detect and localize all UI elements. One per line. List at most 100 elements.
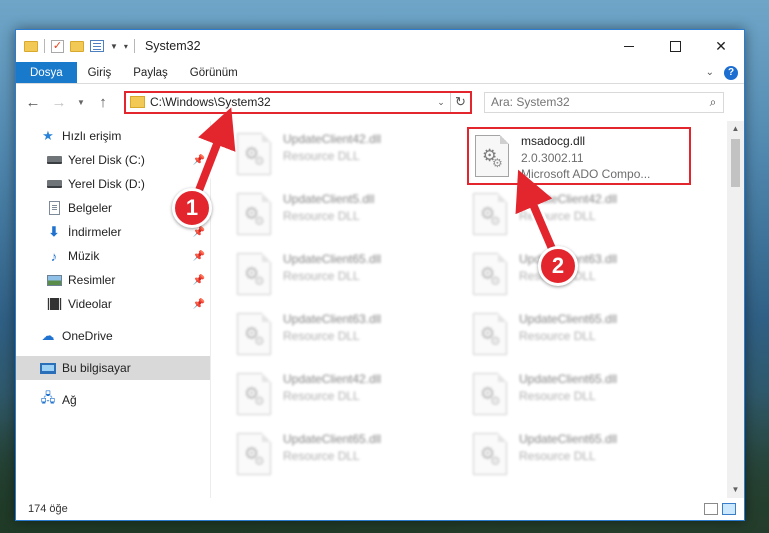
up-button[interactable]: ↑ bbox=[92, 91, 114, 113]
nav-label: Yerel Disk (C:) bbox=[68, 153, 145, 167]
file-item[interactable]: ⚙ ⚙ UpdateClient65.dll Resource DLL bbox=[231, 427, 459, 483]
file-item[interactable]: ⚙ ⚙ UpdateClient65.dll Resource DLL bbox=[467, 307, 695, 363]
pin-icon[interactable]: 📌 bbox=[193, 251, 205, 262]
file-name: UpdateClient42.dll bbox=[519, 192, 618, 206]
file-list: ⚙ ⚙ UpdateClient42.dll Resource DLL ⚙ ⚙ msa… bbox=[211, 121, 744, 498]
pin-icon[interactable]: 📌 bbox=[193, 299, 205, 310]
nav-this-pc[interactable]: Bu bilgisayar bbox=[16, 356, 211, 380]
new-folder-icon[interactable] bbox=[70, 40, 84, 52]
annotation-badge-1: 1 bbox=[172, 188, 212, 228]
file-item[interactable]: ⚙ ⚙ UpdateClient42.dll Resource DLL bbox=[231, 127, 459, 183]
file-grid: ⚙ ⚙ UpdateClient42.dll Resource DLL ⚙ ⚙ msa… bbox=[231, 127, 703, 487]
tab-file[interactable]: Dosya bbox=[16, 62, 77, 83]
nav-quick-access[interactable]: ★ Hızlı erişim bbox=[16, 124, 211, 148]
scroll-down-icon[interactable]: ▼ bbox=[727, 482, 744, 498]
file-item[interactable]: ⚙ ⚙ UpdateClient65.dll Resource DLL bbox=[467, 427, 695, 483]
nav-item-disk-c[interactable]: Yerel Disk (C:) 📌 bbox=[16, 148, 211, 172]
downloads-icon: ⬇ bbox=[48, 224, 60, 239]
window-controls: ✕ bbox=[606, 30, 744, 62]
nav-item-music[interactable]: ♪ Müzik 📌 bbox=[16, 244, 211, 268]
cloud-icon: ☁ bbox=[41, 328, 55, 343]
toolbar-divider bbox=[133, 39, 135, 53]
address-dropdown-icon[interactable]: ⌄ bbox=[432, 97, 450, 108]
main-area: ★ Hızlı erişim Yerel Disk (C:) 📌 Yerel D… bbox=[16, 121, 744, 498]
file-name: UpdateClient65.dll bbox=[283, 252, 382, 266]
file-name: UpdateClient65.dll bbox=[519, 312, 618, 326]
address-path[interactable]: C:\Windows\System32 bbox=[150, 95, 432, 109]
nav-network[interactable]: 🖧 Ağ bbox=[16, 388, 211, 412]
recent-locations-dropdown-icon[interactable]: ▼ bbox=[74, 91, 88, 113]
search-input[interactable] bbox=[491, 95, 703, 109]
nav-item-videos[interactable]: Videolar 📌 bbox=[16, 292, 211, 316]
quick-access-toolbar: ✓ ▼ ▾ bbox=[16, 39, 135, 53]
pictures-icon bbox=[46, 273, 62, 287]
file-description: Microsoft ADO Compo... bbox=[521, 167, 651, 181]
status-bar: 174 öğe bbox=[16, 498, 744, 520]
star-icon: ★ bbox=[42, 128, 54, 143]
close-button[interactable]: ✕ bbox=[698, 30, 744, 62]
file-item[interactable]: ⚙ ⚙ UpdateClient42.dll Resource DLL bbox=[467, 187, 695, 243]
computer-icon bbox=[40, 361, 56, 375]
properties-icon[interactable] bbox=[90, 40, 104, 52]
item-count: 174 öğe bbox=[28, 503, 68, 515]
scroll-up-icon[interactable]: ▲ bbox=[727, 121, 744, 137]
file-item[interactable]: ⚙ ⚙ UpdateClient65.dll Resource DLL bbox=[231, 247, 459, 303]
dll-file-icon: ⚙ ⚙ bbox=[473, 433, 507, 475]
address-bar[interactable]: C:\Windows\System32 ⌄ ↻ bbox=[124, 90, 472, 114]
file-name: UpdateClient42.dll bbox=[283, 372, 382, 386]
file-item[interactable]: ⚙ ⚙ UpdateClient42.dll Resource DLL bbox=[231, 367, 459, 423]
pin-icon[interactable]: 📌 bbox=[193, 155, 205, 166]
nav-label: Videolar bbox=[68, 297, 112, 311]
nav-label: OneDrive bbox=[62, 329, 113, 343]
dll-file-icon: ⚙ ⚙ bbox=[473, 313, 507, 355]
scroll-thumb[interactable] bbox=[731, 139, 740, 187]
nav-label: İndirmeler bbox=[68, 225, 122, 239]
network-icon: 🖧 bbox=[40, 390, 56, 405]
vertical-scrollbar[interactable]: ▲ ▼ bbox=[727, 121, 744, 498]
tab-home[interactable]: Giriş bbox=[77, 62, 123, 83]
tab-share[interactable]: Paylaş bbox=[122, 62, 179, 83]
ribbon-tabs: Dosya Giriş Paylaş Görünüm ⌄ ? bbox=[16, 62, 744, 84]
minimize-button[interactable] bbox=[606, 30, 652, 62]
file-version: 2.0.3002.11 bbox=[521, 151, 584, 165]
nav-label: Hızlı erişim bbox=[62, 129, 122, 143]
file-description: Resource DLL bbox=[519, 329, 596, 343]
file-item[interactable]: ⚙ ⚙ UpdateClient65.dll Resource DLL bbox=[467, 367, 695, 423]
pin-icon[interactable]: 📌 bbox=[193, 275, 205, 286]
search-icon[interactable]: ⌕ bbox=[703, 95, 723, 110]
file-name: msadocg.dll bbox=[521, 134, 586, 148]
forward-button[interactable]: → bbox=[48, 91, 70, 113]
file-name: UpdateClient63.dll bbox=[283, 312, 382, 326]
file-item[interactable]: ⚙⚙ UpdateClient63.dllResource DLL bbox=[467, 247, 695, 303]
properties-check-icon[interactable]: ✓ bbox=[51, 39, 64, 53]
drive-icon bbox=[46, 153, 62, 167]
nav-label: Resimler bbox=[68, 273, 116, 287]
maximize-button[interactable] bbox=[652, 30, 698, 62]
details-view-icon[interactable] bbox=[704, 503, 718, 515]
file-description: Resource DLL bbox=[519, 449, 596, 463]
large-icons-view-icon[interactable] bbox=[722, 503, 736, 515]
file-item[interactable]: ⚙ ⚙ UpdateClient5.dll Resource DLL bbox=[231, 187, 459, 243]
qat-menu-icon[interactable]: ▾ bbox=[124, 42, 128, 51]
folder-icon bbox=[24, 40, 38, 52]
tab-view[interactable]: Görünüm bbox=[179, 62, 249, 83]
pin-icon[interactable]: 📌 bbox=[193, 227, 205, 238]
nav-onedrive[interactable]: ☁ OneDrive bbox=[16, 324, 211, 348]
back-button[interactable]: ← bbox=[22, 91, 44, 113]
nav-item-pictures[interactable]: Resimler 📌 bbox=[16, 268, 211, 292]
expand-ribbon-chevron-icon[interactable]: ⌄ bbox=[706, 67, 714, 78]
refresh-icon[interactable]: ↻ bbox=[450, 92, 470, 112]
file-name: UpdateClient42.dll bbox=[283, 132, 382, 146]
file-item-msadocg[interactable]: ⚙ ⚙ msadocg.dll 2.0.3002.11 Microsoft ADO… bbox=[467, 127, 691, 185]
dll-file-icon: ⚙ ⚙ bbox=[473, 373, 507, 415]
customize-toolbar-dropdown-icon[interactable]: ▼ bbox=[110, 42, 118, 51]
annotation-badge-2: 2 bbox=[538, 246, 578, 286]
help-icon[interactable]: ? bbox=[724, 65, 738, 80]
view-switcher bbox=[704, 503, 744, 515]
file-item[interactable]: ⚙⚙ UpdateClient63.dllResource DLL bbox=[231, 307, 459, 363]
file-description: Resource DLL bbox=[519, 209, 596, 223]
search-box[interactable]: ⌕ bbox=[484, 91, 724, 113]
title-bar: ✓ ▼ ▾ System32 ✕ bbox=[16, 30, 744, 62]
drive-icon bbox=[46, 177, 62, 191]
window-title: System32 bbox=[144, 39, 201, 53]
